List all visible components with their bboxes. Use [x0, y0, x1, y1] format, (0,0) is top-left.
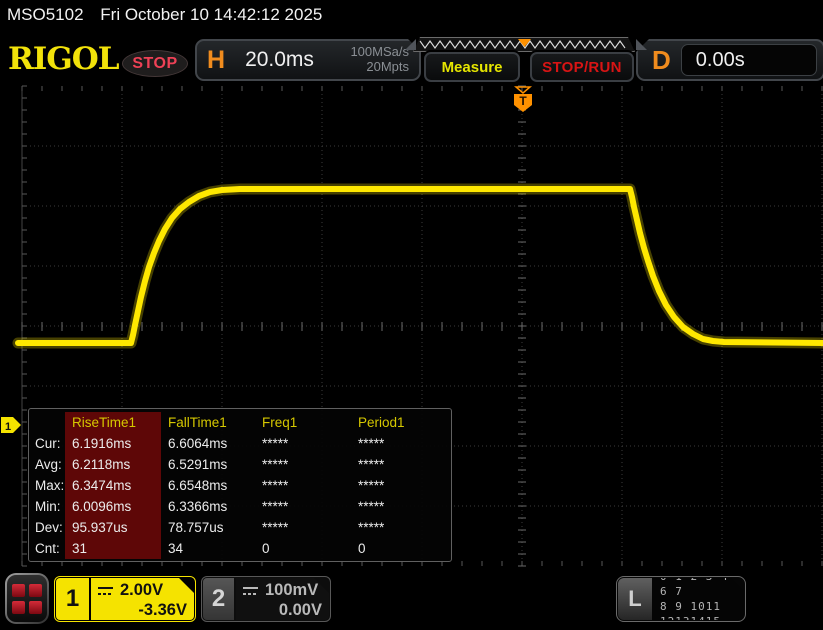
channel1-scale: 2.00V: [120, 581, 164, 599]
channel2-settings: 100mV 0.00V: [236, 578, 329, 620]
dc-coupling-icon: [97, 585, 115, 597]
measurement-value: 6.0096ms: [65, 496, 161, 517]
measurement-row-label: Min:: [35, 499, 61, 514]
measurement-value: *****: [262, 457, 289, 472]
logic-analyzer-block[interactable]: L 0 1 2 3 4 5 6 7 8 9 1011 12131415: [616, 576, 746, 622]
measurement-value: 6.6548ms: [168, 478, 228, 493]
measurement-value: *****: [358, 499, 385, 514]
measurement-value: 0: [358, 541, 366, 556]
measurement-value: *****: [358, 478, 385, 493]
measurement-value: *****: [358, 520, 385, 535]
measurement-column-header: Period1: [358, 415, 405, 430]
logic-channel-list: 0 1 2 3 4 5 6 7 8 9 1011 12131415: [652, 578, 744, 620]
measurement-value: 0: [262, 541, 270, 556]
channel2-scale: 100mV: [265, 581, 319, 599]
main-menu-button[interactable]: [5, 573, 49, 624]
measurement-value: *****: [262, 478, 289, 493]
channel1-block[interactable]: 1 2.00V -3.36V: [54, 576, 196, 622]
measurement-value: *****: [262, 436, 289, 451]
dc-coupling-icon: [242, 585, 260, 597]
channel1-number-tab: 1: [56, 578, 89, 620]
measurement-value: *****: [358, 457, 385, 472]
channel2-number-tab: 2: [203, 578, 234, 620]
measurement-value: 6.5291ms: [168, 457, 228, 472]
trigger-position-triangle-icon: [513, 86, 533, 94]
measurement-results-panel: RiseTime1 FallTime1 Freq1 Period1 Cur: 6…: [28, 408, 452, 562]
trigger-position-marker[interactable]: T: [513, 86, 533, 112]
measurement-value: 6.3474ms: [65, 475, 161, 496]
measurement-value: *****: [262, 520, 289, 535]
measurement-value: 78.757us: [168, 520, 224, 535]
measurement-row-label: Cnt:: [35, 541, 60, 556]
trigger-marker-letter: T: [519, 94, 527, 108]
channel1-offset-marker[interactable]: 1: [1, 417, 21, 433]
channel1-offset-marker-number: 1: [5, 421, 11, 433]
measurement-row-label: Dev:: [35, 520, 63, 535]
measurement-column-header: FallTime1: [168, 415, 227, 430]
measurement-column-header: RiseTime1: [65, 412, 161, 433]
measurement-value: 34: [168, 541, 184, 556]
measurement-value: *****: [262, 499, 289, 514]
channel1-settings: 2.00V -3.36V: [91, 578, 194, 620]
d-box-corner-fold: [636, 39, 647, 50]
menu-grid-icon: [7, 575, 47, 622]
measurement-value: 6.2118ms: [65, 454, 161, 475]
logic-analyzer-label: L: [618, 578, 652, 620]
channel2-block[interactable]: 2 100mV 0.00V: [201, 576, 331, 622]
measurement-value: 6.6064ms: [168, 436, 228, 451]
measurement-value: 6.3366ms: [168, 499, 228, 514]
measurement-column-header: Freq1: [262, 415, 298, 430]
measurement-value: *****: [358, 436, 385, 451]
h-box-corner-fold: [405, 39, 416, 50]
measurement-value: 6.1916ms: [65, 433, 161, 454]
oscilloscope-screen: MSO5102 Fri October 10 14:42:12 2025 RIG…: [0, 0, 823, 630]
measurement-row-label: Max:: [35, 478, 65, 493]
measurement-value: 95.937us: [65, 517, 161, 538]
measurement-row-label: Cur:: [35, 436, 61, 451]
measurement-row-label: Avg:: [35, 457, 62, 472]
measurement-value: 31: [65, 538, 161, 559]
channel2-offset: 0.00V: [278, 601, 322, 619]
channel1-offset: -3.36V: [138, 601, 187, 619]
